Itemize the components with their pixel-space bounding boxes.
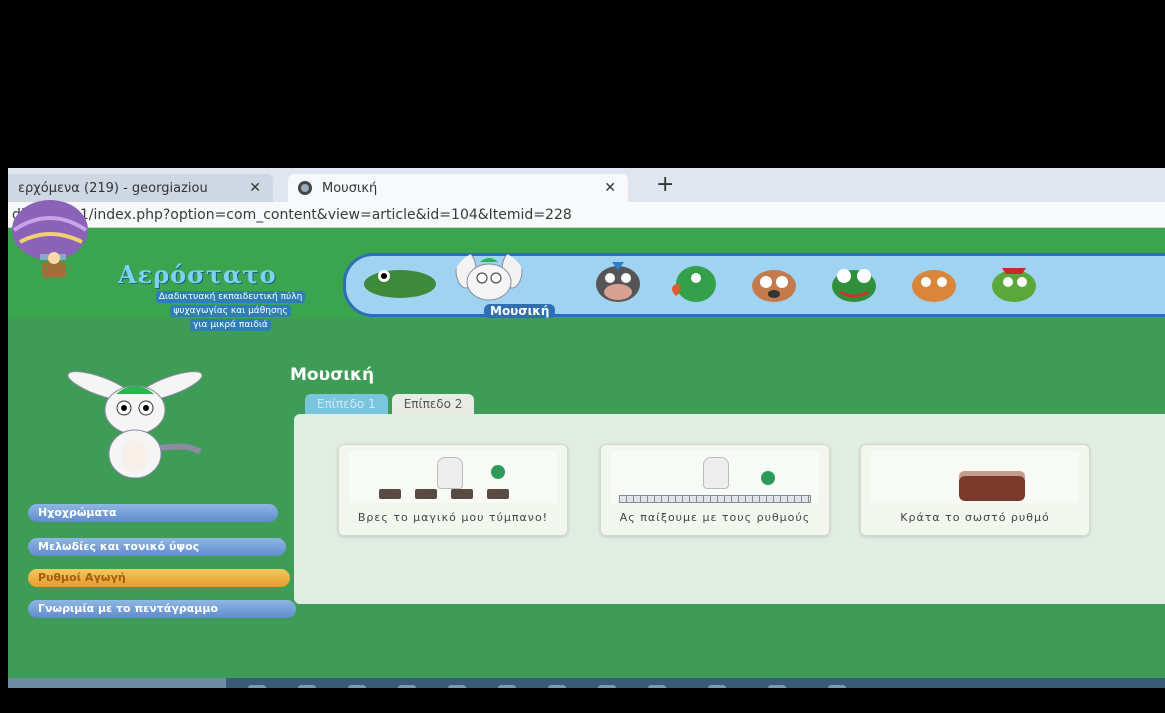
close-icon[interactable]: ✕ [249,180,261,196]
drum-icon [959,471,1025,501]
tab-level-1[interactable]: Επίπεδο 1 [305,394,388,414]
address-bar[interactable]: dia.gr/ccs1/index.php?option=com_content… [8,202,1165,228]
app-icon[interactable] [648,685,666,688]
app-icon[interactable] [298,685,316,688]
app-icon[interactable] [828,685,846,688]
app-icon[interactable] [348,685,366,688]
site-logo-title[interactable]: Αερόστατο [118,260,277,289]
game-card-title: Ας παίξουμε με τους ρυθμούς [619,511,811,524]
taskbar-search[interactable] [8,678,226,688]
balloon-logo-icon[interactable] [10,196,102,288]
subtitle-line: για μικρά παιδιά [190,319,271,331]
games-panel: Βρες το μαγικό μου τύμπανο! Ας παίξουμε … [294,414,1165,604]
game-card-title: Βρες το μαγικό μου τύμπανο! [357,511,549,524]
app-icon[interactable] [398,685,416,688]
close-icon[interactable]: ✕ [604,180,616,196]
game-card-title: Κράτα το σωστό ρυθμό [900,511,1050,524]
tab-music[interactable]: Μουσική ✕ [288,174,628,202]
character-nav: Μουσική [343,250,1165,318]
page-title: Μουσική [290,365,375,385]
ruler-icon [619,495,811,503]
bunny-mascot-icon [67,371,203,478]
game-thumbnail [349,451,557,503]
parrot-icon[interactable] [666,258,722,306]
game-card-rhythms[interactable]: Ας παίξουμε με τους ρυθμούς [600,444,830,536]
new-tab-button[interactable]: + [656,172,674,197]
tab-bar: ερχόμενα (219) - georgiaziou ✕ Μουσική ✕… [8,168,1165,202]
app-icon[interactable] [448,685,466,688]
dot-icon [491,465,505,479]
bunny-icon [437,457,463,489]
current-section-label: Μουσική [484,304,556,318]
app-icon[interactable] [708,685,726,688]
app-icon[interactable] [498,685,516,688]
game-thumbnail [871,451,1079,503]
app-icon[interactable] [598,685,616,688]
turtle-icon[interactable] [986,258,1042,306]
sidebar-item-staff[interactable]: Γνωριμία με το πεντάγραμμο [28,600,296,618]
bunny-icon [703,457,729,489]
tab-label: Μουσική [322,180,378,196]
sidebar-item-melodies[interactable]: Μελωδίες και τονικό ύψος [28,538,286,556]
tab-level-2[interactable]: Επίπεδο 2 [391,394,475,414]
tab-label: ερχόμενα (219) - georgiaziou [18,180,208,196]
game-card-magic-drum[interactable]: Βρες το μαγικό μου τύμπανο! [338,444,568,536]
sidebar-item-timbre[interactable]: Ηχοχρώματα [28,504,278,522]
bunny-icon[interactable] [454,250,524,306]
cow-icon[interactable] [590,258,646,306]
game-card-keep-rhythm[interactable]: Κράτα το σωστό ρυθμό [860,444,1090,536]
level-tabs: Επίπεδο 1 Επίπεδο 2 [305,394,475,414]
frog-icon[interactable] [826,258,882,306]
subtitle-line: Διαδικτυακή εκπαιδευτική πύλη [155,291,306,303]
subtitle-line: ψυχαγωγίας και μάθησης [170,305,291,317]
task-view-icon[interactable] [248,685,266,688]
browser-window: ερχόμενα (219) - georgiaziou ✕ Μουσική ✕… [8,168,1165,688]
taskbar [8,678,1165,688]
dot-icon [761,471,775,485]
drums-icon [379,489,509,499]
app-icon[interactable] [548,685,566,688]
sidebar-item-rhythm[interactable]: Ρυθμοί Αγωγή [28,569,290,587]
game-thumbnail [611,451,819,503]
crocodile-icon[interactable] [360,258,440,306]
dog-icon[interactable] [746,258,802,306]
app-icon[interactable] [768,685,786,688]
cat-icon[interactable] [906,258,962,306]
site-logo-subtitle: Διαδικτυακή εκπαιδευτική πύλη ψυχαγωγίας… [118,290,343,332]
globe-icon [298,181,312,195]
